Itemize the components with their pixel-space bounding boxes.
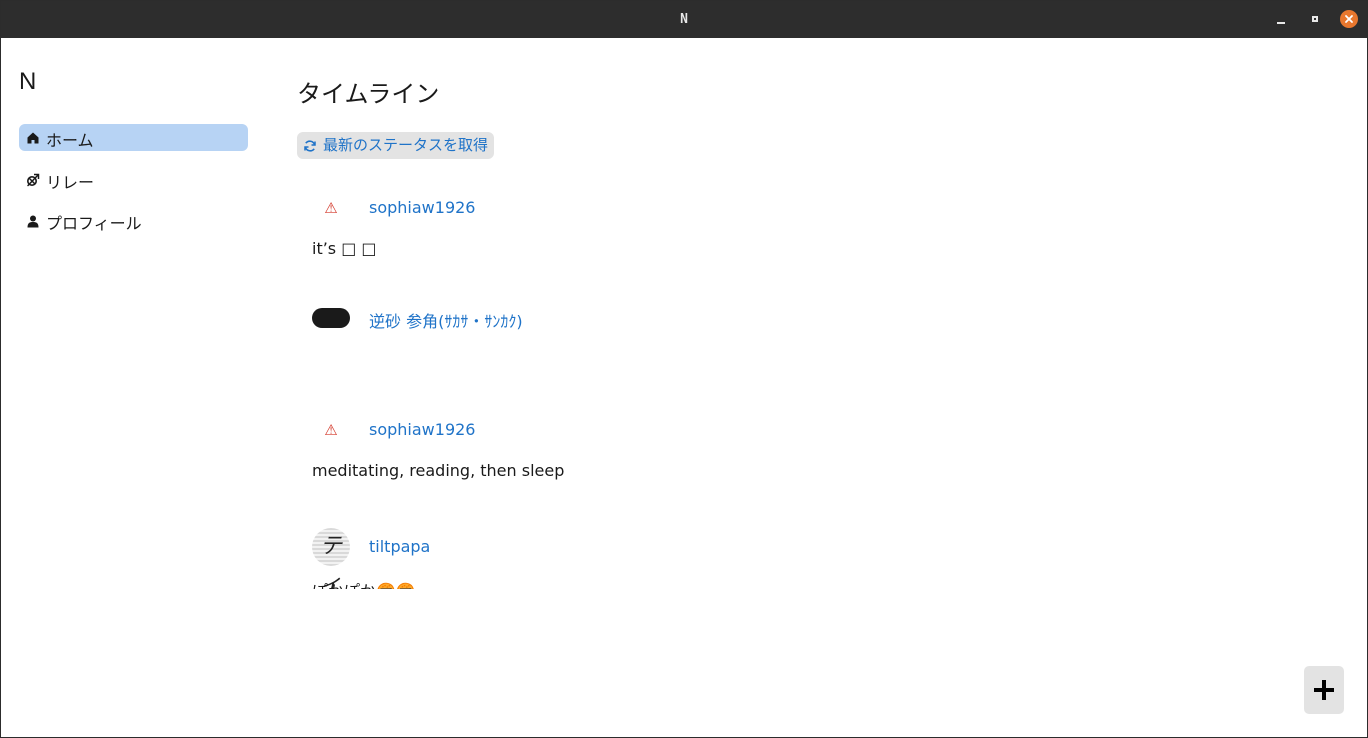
- sidebar-item-profile[interactable]: プロフィール: [19, 207, 248, 234]
- close-icon: [1345, 15, 1353, 23]
- sidebar-item-label: リレー: [46, 173, 95, 192]
- page-title: タイムライン: [297, 80, 440, 108]
- sidebar-item-relay[interactable]: リレー: [19, 166, 248, 193]
- minimize-button[interactable]: [1272, 10, 1290, 28]
- avatar: [312, 308, 350, 328]
- close-button[interactable]: [1340, 10, 1358, 28]
- post-content: ぽかぽか🍘🍘: [312, 578, 416, 589]
- post-author[interactable]: sophiaw1926: [369, 420, 475, 439]
- relay-icon: [27, 173, 40, 187]
- refresh-button[interactable]: 最新のステータスを取得: [297, 132, 495, 159]
- window-title: N: [680, 12, 688, 27]
- plus-icon: [1314, 680, 1334, 700]
- post-author[interactable]: sophiaw1926: [369, 198, 475, 217]
- post-content: it’s □ □: [312, 239, 377, 258]
- post-content: meditating, reading, then sleep: [312, 461, 565, 480]
- sidebar-item-label: プロフィール: [46, 214, 142, 233]
- warning-icon: ⚠: [324, 421, 338, 439]
- sidebar: N ホーム リレー プロフィール: [1, 38, 271, 737]
- timeline-feed[interactable]: ⚠ sophiaw1926 it’s □ □ 逆砂 参角(ｻｶｻ・ｻﾝｶｸ) ⚠…: [297, 178, 1347, 589]
- avatar: ティ: [312, 528, 350, 589]
- refresh-icon: [304, 140, 316, 152]
- app-window: N N ホーム リレー プロフィール タイムライン 最新のステータスを取得 ⚠ …: [0, 0, 1368, 738]
- post-author[interactable]: 逆砂 参角(ｻｶｻ・ｻﾝｶｸ): [369, 308, 523, 332]
- title-bar: N: [1, 1, 1367, 38]
- new-post-button[interactable]: [1304, 666, 1344, 714]
- sidebar-item-label: ホーム: [46, 131, 94, 150]
- app-name: N: [19, 68, 37, 95]
- warning-icon: ⚠: [324, 199, 338, 217]
- person-icon: [27, 215, 39, 228]
- post-author[interactable]: tiltpapa: [369, 537, 430, 556]
- sidebar-item-home[interactable]: ホーム: [19, 124, 248, 151]
- refresh-label: 最新のステータスを取得: [323, 136, 489, 154]
- main-content: タイムライン 最新のステータスを取得 ⚠ sophiaw1926 it’s □ …: [297, 38, 1347, 737]
- maximize-button[interactable]: [1306, 10, 1324, 28]
- home-icon: [27, 132, 39, 144]
